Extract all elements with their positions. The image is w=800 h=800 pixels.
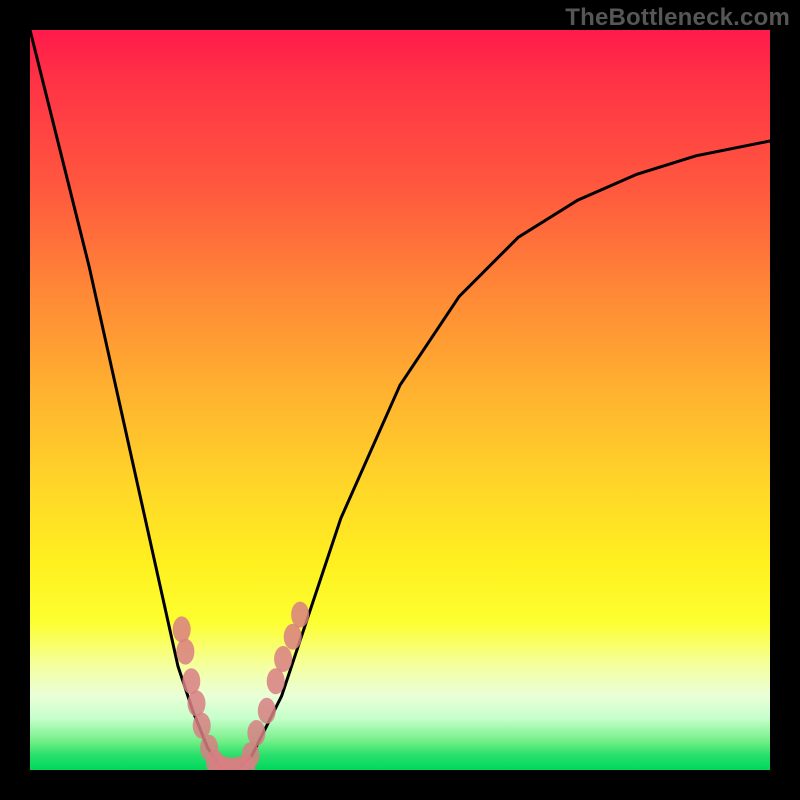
data-marker [173, 616, 191, 642]
chart-frame: TheBottleneck.com [0, 0, 800, 800]
curve-svg [30, 30, 770, 770]
watermark-text: TheBottleneck.com [565, 4, 790, 32]
data-marker [193, 713, 211, 739]
data-marker [274, 646, 292, 672]
marker-cluster-left [173, 616, 224, 770]
data-marker [247, 720, 265, 746]
marker-cluster-right [242, 602, 310, 769]
data-marker [291, 602, 309, 628]
bottleneck-curve [30, 30, 770, 770]
data-marker [258, 698, 276, 724]
data-marker [267, 668, 285, 694]
data-marker [188, 690, 206, 716]
data-marker [284, 624, 302, 650]
data-marker [182, 668, 200, 694]
data-marker [176, 639, 194, 665]
plot-area [30, 30, 770, 770]
marker-cluster-bottom [210, 754, 255, 770]
